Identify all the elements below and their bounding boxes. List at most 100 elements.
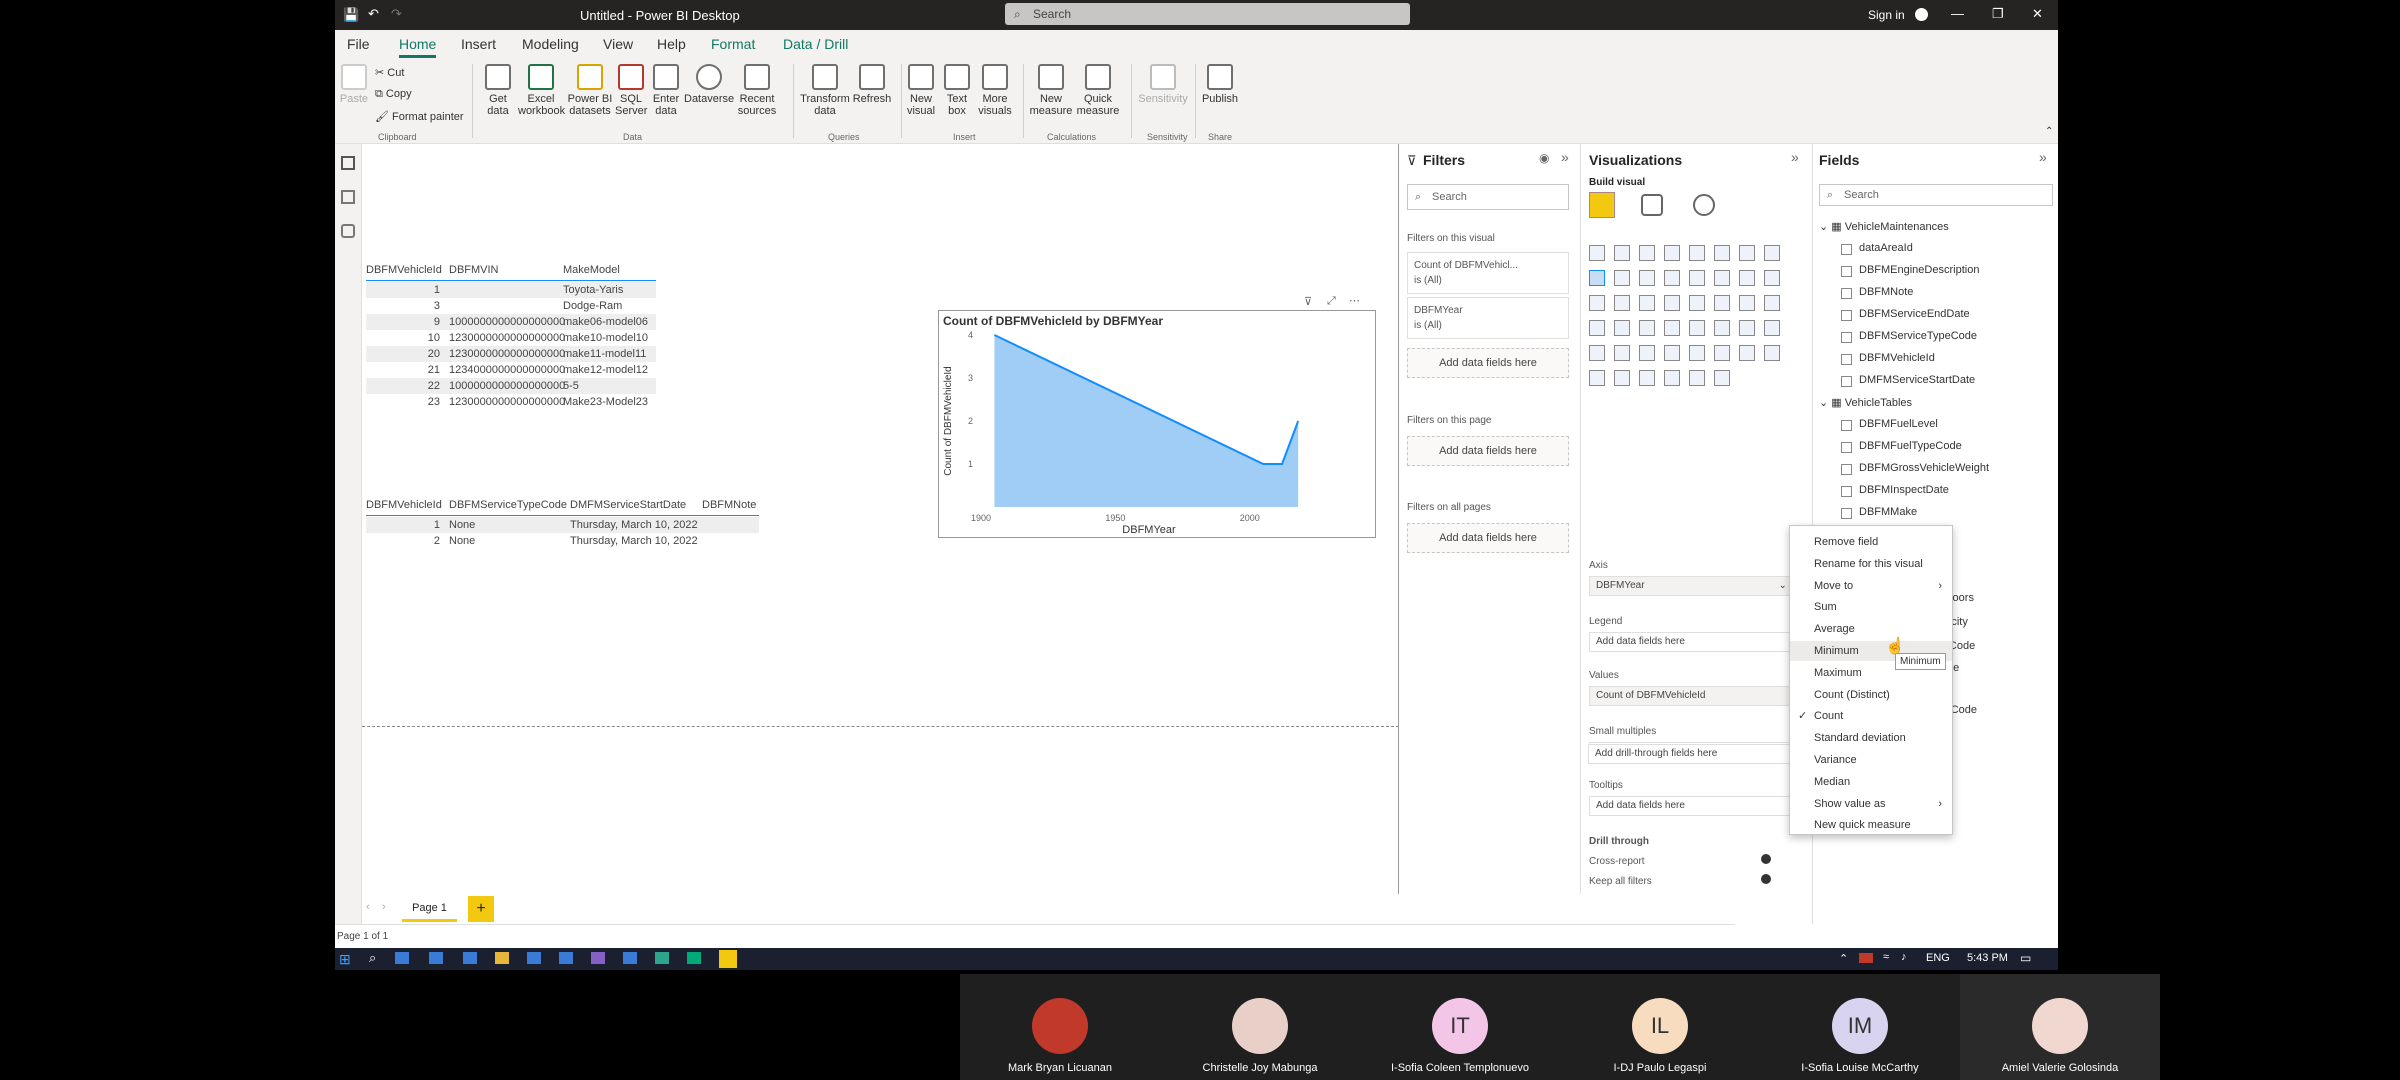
app-icon[interactable] <box>687 952 701 964</box>
field-item[interactable]: DBFMServiceEndDate <box>1859 308 1970 320</box>
visual-type-icon[interactable] <box>1664 295 1680 311</box>
tab-format[interactable]: Format <box>711 36 755 52</box>
drill-through-well[interactable]: Add drill-through fields here <box>1588 744 1804 764</box>
visual-type-icon[interactable] <box>1689 245 1705 261</box>
visual-type-icon[interactable] <box>1589 320 1605 336</box>
app-icon[interactable] <box>559 952 573 964</box>
axis-field-well[interactable]: DBFMYear⌄ ✕ <box>1589 576 1805 596</box>
language-indicator[interactable]: ENG <box>1926 952 1950 964</box>
clock[interactable]: 5:43 PM <box>1967 952 2008 964</box>
visual-type-icon[interactable] <box>1739 270 1755 286</box>
build-visual-tab[interactable] <box>1589 192 1615 218</box>
tray-chevron-icon[interactable]: ⌃ <box>1839 952 1848 965</box>
visual-type-icon[interactable] <box>1739 245 1755 261</box>
field-checkbox[interactable] <box>1841 332 1852 343</box>
visual-type-icon[interactable] <box>1764 245 1780 261</box>
visual-type-icon[interactable] <box>1639 295 1655 311</box>
tab-insert[interactable]: Insert <box>461 36 496 52</box>
table-row[interactable]: 21 1234000000000000000 make12-model12 <box>366 362 656 378</box>
visual-type-icon[interactable] <box>1589 345 1605 361</box>
notifications-icon[interactable]: ▭ <box>2020 951 2031 965</box>
visual-type-icon[interactable] <box>1589 295 1605 311</box>
collapse-viz-icon[interactable]: » <box>1791 149 1799 165</box>
visual-type-icon[interactable] <box>1714 270 1730 286</box>
table-row[interactable]: 20 1230000000000000000 make11-model11 <box>366 346 656 362</box>
collapse-ribbon-icon[interactable]: ⌃ <box>2045 126 2053 137</box>
visual-type-icon[interactable] <box>1664 270 1680 286</box>
data-view-icon[interactable] <box>341 190 355 204</box>
more-options-icon[interactable]: ⋯ <box>1349 294 1360 307</box>
field-checkbox[interactable] <box>1841 486 1852 497</box>
filters-search[interactable]: ⌕ Search <box>1407 184 1569 210</box>
report-view-icon[interactable] <box>341 156 355 170</box>
visual-type-icon[interactable] <box>1764 345 1780 361</box>
file-explorer-icon[interactable] <box>495 952 509 964</box>
menu-item[interactable]: Move to › <box>1790 576 1952 596</box>
values-field-well[interactable]: Count of DBFMVehicleId⌄ <box>1589 686 1805 706</box>
sensitivity-button[interactable]: Sensitivity <box>1135 64 1191 105</box>
start-icon[interactable]: ⊞ <box>339 951 351 968</box>
format-visual-tab[interactable] <box>1641 194 1663 216</box>
visual-type-icon[interactable] <box>1614 270 1630 286</box>
new-measure-button[interactable]: New measure <box>1028 64 1074 117</box>
field-checkbox[interactable] <box>1841 288 1852 299</box>
visual-type-icon[interactable] <box>1739 295 1755 311</box>
table-row[interactable]: 3 Dodge-Ram <box>366 298 656 314</box>
visual-type-icon[interactable] <box>1764 270 1780 286</box>
visual-type-icon[interactable] <box>1589 270 1605 286</box>
visual-type-icon[interactable] <box>1739 320 1755 336</box>
fields-search[interactable]: ⌕ Search <box>1819 184 2053 206</box>
participant-tile[interactable]: Mark Bryan Licuanan <box>960 974 1160 1080</box>
field-checkbox[interactable] <box>1841 310 1852 321</box>
app-icon[interactable] <box>429 952 443 964</box>
filter-icon[interactable]: ⊽ <box>1304 295 1312 308</box>
format-painter-button[interactable]: 🖌 Format painter <box>375 110 464 123</box>
visual-type-icon[interactable] <box>1639 245 1655 261</box>
table-row[interactable]: 1 None Thursday, March 10, 2022 <box>366 517 759 533</box>
menu-item[interactable]: Average <box>1790 619 1952 639</box>
menu-item[interactable]: Sum <box>1790 597 1952 617</box>
visual-type-icon[interactable] <box>1614 345 1630 361</box>
field-item[interactable]: DBFMInspectDate <box>1859 484 1949 496</box>
paste-button[interactable]: Paste <box>339 64 369 105</box>
app-icon[interactable] <box>395 952 409 964</box>
filter-add-visual[interactable]: Add data fields here <box>1407 348 1569 378</box>
page-tab[interactable]: Page 1 <box>402 896 457 922</box>
filter-add-page[interactable]: Add data fields here <box>1407 436 1569 466</box>
menu-item[interactable]: Count (Distinct) <box>1790 685 1952 705</box>
restore-button[interactable]: ❐ <box>1992 6 2004 22</box>
volume-icon[interactable]: ♪ <box>1901 951 1907 963</box>
menu-item[interactable]: Standard deviation <box>1790 728 1952 748</box>
field-item[interactable]: DBFMServiceTypeCode <box>1859 330 1977 342</box>
powerbi-taskbar-icon[interactable] <box>719 950 737 968</box>
menu-item[interactable]: Median <box>1790 772 1952 792</box>
field-checkbox[interactable] <box>1841 244 1852 255</box>
sql-server-button[interactable]: SQL Server <box>615 64 647 117</box>
excel-button[interactable]: Excel workbook <box>518 64 565 117</box>
filter-card-year[interactable]: DBFMYear is (All) <box>1407 297 1569 339</box>
visual-type-icon[interactable] <box>1664 320 1680 336</box>
undo-icon[interactable]: ↶ <box>368 6 379 22</box>
legend-well[interactable]: Add data fields here <box>1589 632 1805 652</box>
app-icon[interactable] <box>623 952 637 964</box>
chrome-icon[interactable] <box>655 952 669 964</box>
app-icon[interactable] <box>463 952 477 964</box>
field-checkbox[interactable] <box>1841 508 1852 519</box>
visual-type-icon[interactable] <box>1714 345 1730 361</box>
app-icon[interactable] <box>591 952 605 964</box>
collapse-fields-icon[interactable]: » <box>2039 149 2047 165</box>
keep-filters-toggle[interactable] <box>1761 874 1771 884</box>
visual-type-icon[interactable] <box>1664 345 1680 361</box>
visual-type-icon[interactable] <box>1739 345 1755 361</box>
table-row[interactable]: 9 1000000000000000000 make06-model06 <box>366 314 656 330</box>
participant-tile[interactable]: IT I-Sofia Coleen Templonuevo <box>1360 974 1560 1080</box>
visual-type-icon[interactable] <box>1614 320 1630 336</box>
visual-type-icon[interactable] <box>1664 245 1680 261</box>
visual-type-icon[interactable] <box>1689 345 1705 361</box>
visual-type-icon[interactable] <box>1614 295 1630 311</box>
tab-file[interactable]: File <box>347 36 370 52</box>
field-item[interactable]: DBFMFuelLevel <box>1859 418 1938 430</box>
search-box[interactable]: ⌕ Search <box>1005 3 1410 25</box>
close-button[interactable]: ✕ <box>2032 6 2043 22</box>
model-view-icon[interactable] <box>341 224 355 238</box>
